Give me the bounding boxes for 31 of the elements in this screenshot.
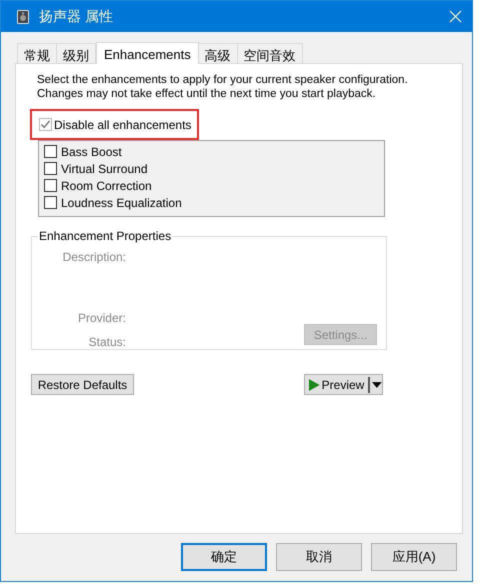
status-label: Status:	[88, 334, 126, 351]
checkbox[interactable]	[39, 118, 52, 131]
provider-label: Provider:	[78, 310, 126, 327]
checkbox[interactable]	[44, 179, 57, 192]
tab[interactable]: 高级	[198, 43, 238, 63]
play-icon	[309, 378, 320, 390]
group-title: Enhancement Properties	[38, 228, 172, 244]
tab[interactable]: 常规	[17, 43, 57, 63]
checkbox[interactable]	[44, 145, 57, 158]
checkbox[interactable]	[44, 162, 57, 175]
dialog-button[interactable]: 取消	[276, 543, 362, 571]
checkbox-label[interactable]: Bass Boost	[61, 142, 122, 160]
window-title: 扬声器 属性	[39, 7, 113, 26]
restore-defaults-button[interactable]: Restore Defaults	[31, 374, 134, 395]
tab[interactable]: 空间音效	[236, 43, 303, 63]
description-label: Description:	[62, 249, 126, 266]
description-text: Select the enhancements to apply for your current speaker configuration. Changes may not take effect until the next time you start playback.	[37, 73, 409, 101]
dropdown-arrow-icon	[372, 382, 382, 388]
close-icon[interactable]	[449, 10, 462, 23]
tab[interactable]: 级别	[56, 43, 96, 63]
dialog-button[interactable]: 应用(A)	[371, 543, 457, 571]
checkbox-label[interactable]: Loudness Equalization	[61, 194, 182, 212]
checkbox-label[interactable]: Room Correction	[61, 176, 152, 194]
speaker-icon	[17, 10, 29, 24]
preview-button[interactable]: Preview	[304, 374, 383, 395]
checkmark-icon	[40, 119, 51, 130]
tab[interactable]: Enhancements	[96, 42, 199, 64]
dialog-button[interactable]: 确定	[181, 543, 267, 571]
checkbox[interactable]	[44, 196, 57, 209]
checkbox-label[interactable]: Disable all enhancements	[54, 116, 192, 134]
checkbox-label[interactable]: Virtual Surround	[61, 160, 148, 178]
